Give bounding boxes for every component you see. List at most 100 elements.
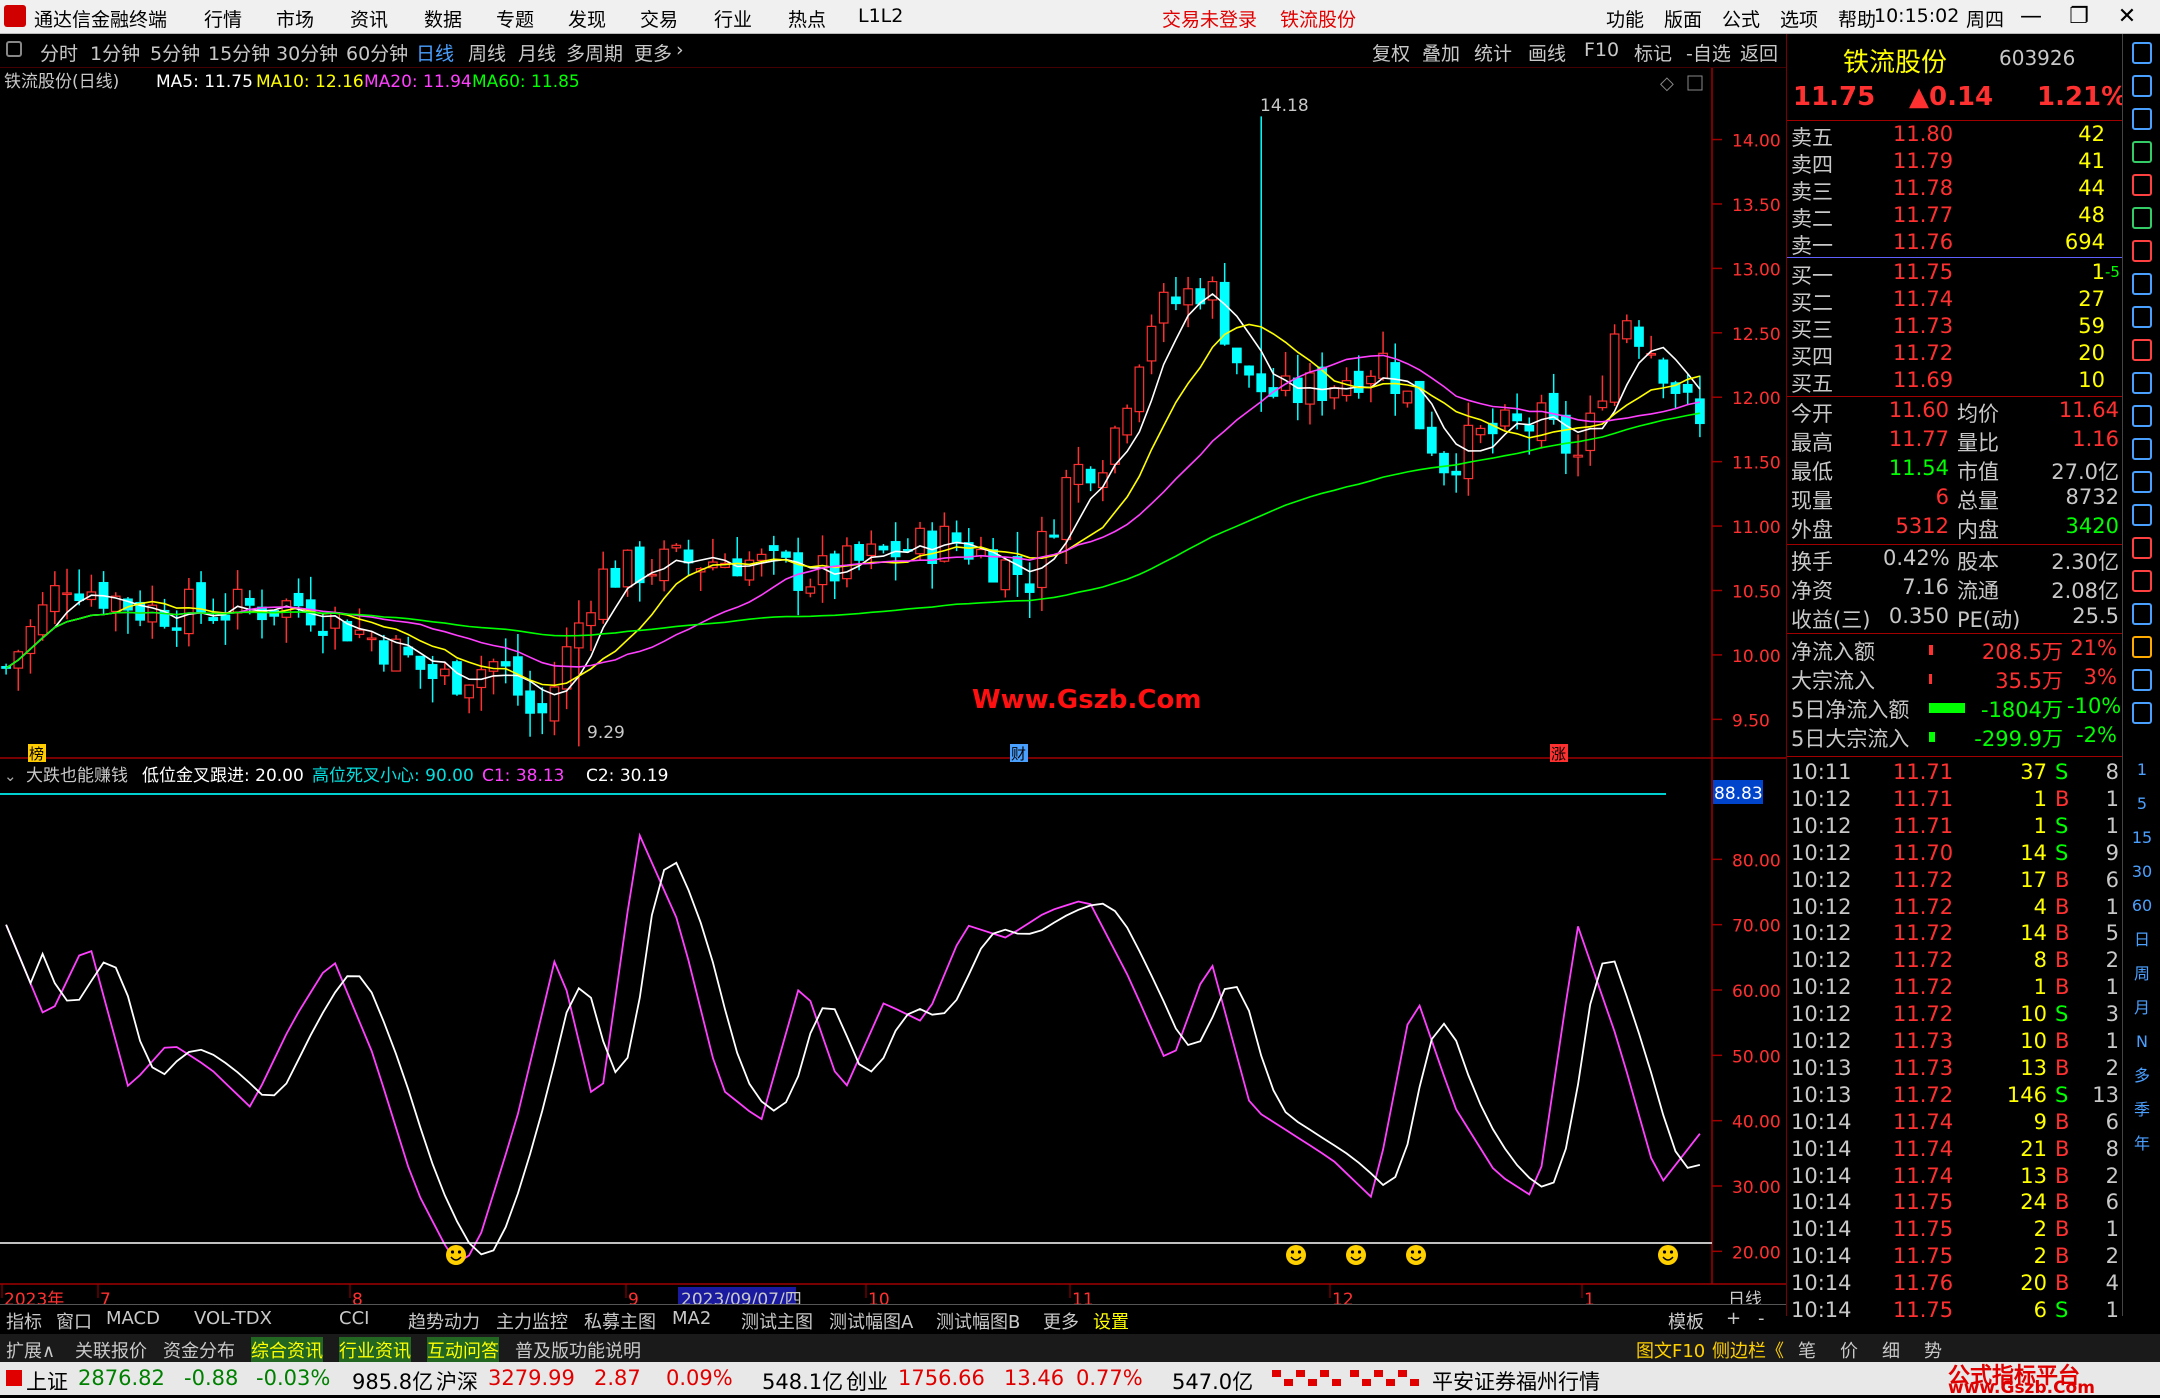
indicator-tab-14[interactable]: 模板 bbox=[1668, 1308, 1704, 1334]
extension-tab-11[interactable]: 细 bbox=[1882, 1337, 1900, 1363]
sidebar-tool-icon-10[interactable] bbox=[2132, 372, 2152, 394]
indicator-tab-2[interactable]: MACD bbox=[106, 1308, 160, 1329]
extension-tab-3[interactable]: 综合资讯 bbox=[251, 1337, 323, 1363]
indicator-tab-0[interactable]: 指标 bbox=[6, 1308, 42, 1334]
extension-tab-4[interactable]: 行业资讯 bbox=[339, 1337, 411, 1363]
sidebar-period-7[interactable]: 月 bbox=[2123, 994, 2160, 1022]
extension-tab-9[interactable]: 笔 bbox=[1798, 1337, 1816, 1363]
sidebar-tool-icon-8[interactable] bbox=[2132, 306, 2152, 328]
login-status[interactable]: 交易未登录 bbox=[1162, 5, 1257, 32]
sidebar-tool-icon-2[interactable] bbox=[2132, 108, 2152, 130]
period-tab-5[interactable]: 60分钟 bbox=[346, 39, 408, 66]
menu-item-7[interactable]: 行业 bbox=[714, 5, 752, 32]
tool-button-3[interactable]: 画线 bbox=[1528, 39, 1566, 66]
tool-button-2[interactable]: 统计 bbox=[1474, 39, 1512, 66]
sidebar-period-3[interactable]: 30 bbox=[2123, 858, 2160, 886]
menu-item-5[interactable]: 发现 bbox=[568, 5, 606, 32]
index-name-2[interactable]: 创业 bbox=[846, 1366, 888, 1396]
tool-button-6[interactable]: -自选 bbox=[1686, 39, 1731, 66]
tool-button-0[interactable]: 复权 bbox=[1372, 39, 1410, 66]
index-name-0[interactable]: 上证 bbox=[26, 1366, 68, 1396]
collapse-icon[interactable] bbox=[6, 41, 22, 57]
sidebar-tool-icon-16[interactable] bbox=[2132, 570, 2152, 592]
sidebar-period-10[interactable]: 季 bbox=[2123, 1096, 2160, 1124]
stock-tag[interactable]: 铁流股份 bbox=[1280, 5, 1356, 32]
sidebar-tool-icon-7[interactable] bbox=[2132, 273, 2152, 295]
sidebar-tool-icon-9[interactable] bbox=[2132, 339, 2152, 361]
sidebar-period-1[interactable]: 5 bbox=[2123, 790, 2160, 818]
indicator-tab-13[interactable]: 设置 bbox=[1093, 1308, 1129, 1334]
close-icon[interactable]: ✕ bbox=[2108, 2, 2146, 32]
sidebar-tool-icon-12[interactable] bbox=[2132, 438, 2152, 460]
sidebar-tool-icon-1[interactable] bbox=[2132, 75, 2152, 97]
tool-button-7[interactable]: 返回 bbox=[1740, 39, 1778, 66]
period-tab-1[interactable]: 1分钟 bbox=[90, 39, 140, 66]
period-tab-10[interactable]: 更多 bbox=[634, 39, 672, 66]
right-menu-item-2[interactable]: 公式 bbox=[1722, 5, 1760, 32]
sidebar-period-8[interactable]: N bbox=[2123, 1028, 2160, 1056]
period-tab-0[interactable]: 分时 bbox=[40, 39, 78, 66]
period-tab-4[interactable]: 30分钟 bbox=[276, 39, 338, 66]
period-tab-8[interactable]: 月线 bbox=[518, 39, 556, 66]
menu-item-6[interactable]: 交易 bbox=[640, 5, 678, 32]
sidebar-tool-icon-20[interactable] bbox=[2132, 702, 2152, 724]
indicator-tab-4[interactable]: CCI bbox=[339, 1308, 369, 1329]
right-menu-item-1[interactable]: 版面 bbox=[1664, 5, 1702, 32]
sidebar-tool-icon-0[interactable] bbox=[2132, 42, 2152, 64]
indicator-tab-8[interactable]: MA2 bbox=[672, 1308, 711, 1329]
indicator-tab-5[interactable]: 趋势动力 bbox=[408, 1308, 480, 1334]
extension-tab-7[interactable]: 图文F10 bbox=[1636, 1337, 1705, 1363]
more-chevron-icon[interactable]: › bbox=[676, 39, 684, 61]
extension-tab-10[interactable]: 价 bbox=[1840, 1337, 1858, 1363]
extension-tab-1[interactable]: 关联报价 bbox=[75, 1337, 147, 1363]
menu-item-9[interactable]: L1L2 bbox=[858, 5, 903, 27]
indicator-tab-7[interactable]: 私募主图 bbox=[584, 1308, 656, 1334]
extension-tab-2[interactable]: 资金分布 bbox=[163, 1337, 235, 1363]
period-tab-7[interactable]: 周线 bbox=[468, 39, 506, 66]
extension-tab-5[interactable]: 互动问答 bbox=[427, 1337, 499, 1363]
indicator-tab-10[interactable]: 测试幅图A bbox=[829, 1308, 913, 1334]
tool-button-1[interactable]: 叠加 bbox=[1422, 39, 1460, 66]
tool-button-5[interactable]: 标记 bbox=[1634, 39, 1672, 66]
indicator-tab-1[interactable]: 窗口 bbox=[56, 1308, 92, 1334]
indicator-tab-3[interactable]: VOL-TDX bbox=[194, 1308, 272, 1329]
menu-item-8[interactable]: 热点 bbox=[788, 5, 826, 32]
index-name-1[interactable]: 沪深 bbox=[436, 1366, 478, 1396]
tool-button-4[interactable]: F10 bbox=[1584, 39, 1619, 61]
extension-tab-0[interactable]: 扩展∧ bbox=[6, 1337, 55, 1363]
extension-tab-8[interactable]: 侧边栏《 bbox=[1712, 1337, 1784, 1363]
sidebar-tool-icon-13[interactable] bbox=[2132, 471, 2152, 493]
sidebar-tool-icon-19[interactable] bbox=[2132, 669, 2152, 691]
collapse-indicator-icon[interactable]: ⌄ bbox=[4, 767, 17, 785]
sidebar-period-11[interactable]: 年 bbox=[2123, 1130, 2160, 1158]
menu-item-2[interactable]: 资讯 bbox=[350, 5, 388, 32]
minimize-icon[interactable]: — bbox=[2012, 2, 2050, 32]
extension-tab-6[interactable]: 普及版功能说明 bbox=[515, 1337, 641, 1363]
sidebar-tool-icon-14[interactable] bbox=[2132, 504, 2152, 526]
sidebar-period-9[interactable]: 多 bbox=[2123, 1062, 2160, 1090]
sidebar-tool-icon-11[interactable] bbox=[2132, 405, 2152, 427]
menu-item-3[interactable]: 数据 bbox=[424, 5, 462, 32]
period-tab-2[interactable]: 5分钟 bbox=[150, 39, 200, 66]
period-tab-3[interactable]: 15分钟 bbox=[208, 39, 270, 66]
right-menu-item-3[interactable]: 选项 bbox=[1780, 5, 1818, 32]
sidebar-tool-icon-6[interactable] bbox=[2132, 240, 2152, 262]
indicator-tab-9[interactable]: 测试主图 bbox=[741, 1308, 813, 1334]
sidebar-tool-icon-4[interactable] bbox=[2132, 174, 2152, 196]
sidebar-tool-icon-3[interactable] bbox=[2132, 141, 2152, 163]
sidebar-period-0[interactable]: 1 bbox=[2123, 756, 2160, 784]
period-tab-6[interactable]: 日线 bbox=[416, 39, 454, 66]
indicator-tab-11[interactable]: 测试幅图B bbox=[936, 1308, 1020, 1334]
sidebar-tool-icon-17[interactable] bbox=[2132, 603, 2152, 625]
menu-item-4[interactable]: 专题 bbox=[496, 5, 534, 32]
indicator-tab-16[interactable]: - bbox=[1758, 1308, 1765, 1329]
extension-tab-12[interactable]: 势 bbox=[1924, 1337, 1942, 1363]
menu-item-0[interactable]: 行情 bbox=[204, 5, 242, 32]
restore-icon[interactable]: ❐ bbox=[2060, 2, 2098, 32]
menu-item-1[interactable]: 市场 bbox=[276, 5, 314, 32]
indicator-tab-6[interactable]: 主力监控 bbox=[496, 1308, 568, 1334]
sidebar-period-2[interactable]: 15 bbox=[2123, 824, 2160, 852]
sidebar-tool-icon-15[interactable] bbox=[2132, 537, 2152, 559]
period-tab-9[interactable]: 多周期 bbox=[566, 39, 623, 66]
sidebar-period-4[interactable]: 60 bbox=[2123, 892, 2160, 920]
